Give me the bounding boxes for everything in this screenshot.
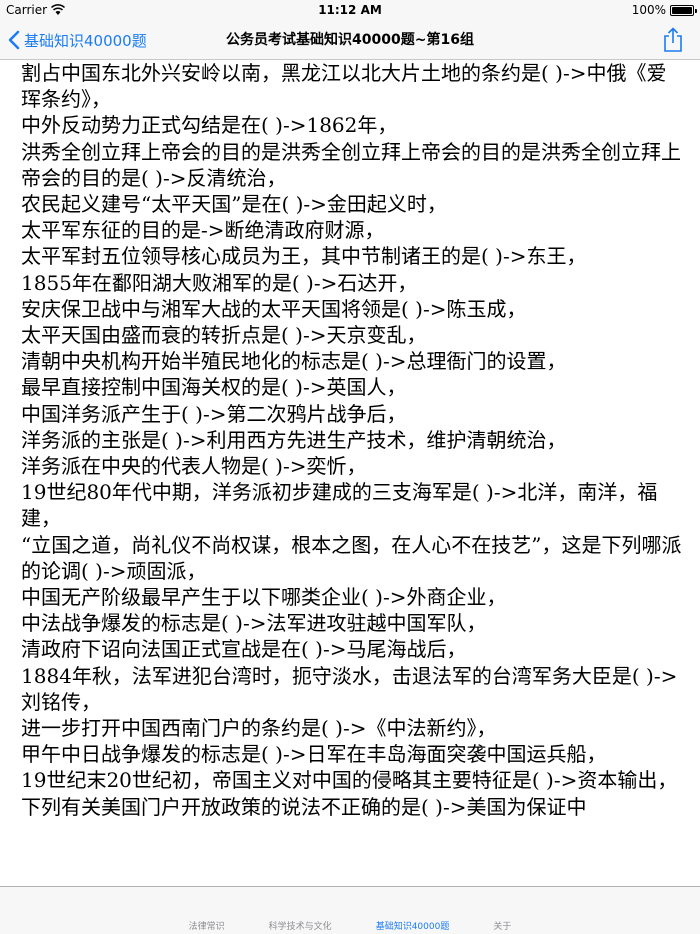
tab-about[interactable]: 关于 bbox=[471, 919, 533, 932]
back-button-label: 基础知识40000题 bbox=[24, 31, 147, 50]
status-bar: Carrier 11:12 AM 100% bbox=[0, 0, 700, 20]
battery-percent: 100% bbox=[631, 3, 666, 17]
tab-legal-knowledge[interactable]: 法律常识 bbox=[167, 919, 247, 932]
share-icon[interactable] bbox=[662, 27, 684, 53]
question-content[interactable]: 割占中国东北外兴安岭以南，黑龙江以北大片土地的条约是( )->中俄《爱珲条约》，… bbox=[0, 60, 700, 886]
tab-science-culture[interactable]: 科学技术与文化 bbox=[247, 919, 354, 932]
back-button[interactable]: 基础知识40000题 bbox=[8, 20, 147, 60]
chevron-left-icon bbox=[8, 30, 20, 50]
navigation-bar: 基础知识40000题 公务员考试基础知识40000题~第16组 bbox=[0, 20, 700, 60]
question-text: 割占中国东北外兴安岭以南，黑龙江以北大片土地的条约是( )->中俄《爱珲条约》，… bbox=[21, 61, 682, 819]
tab-bar: 法律常识 科学技术与文化 基础知识40000题 关于 bbox=[0, 886, 700, 934]
tab-basic-knowledge[interactable]: 基础知识40000题 bbox=[354, 919, 472, 932]
battery-icon bbox=[670, 4, 697, 16]
status-right: 100% bbox=[631, 3, 697, 17]
status-time: 11:12 AM bbox=[318, 3, 382, 17]
